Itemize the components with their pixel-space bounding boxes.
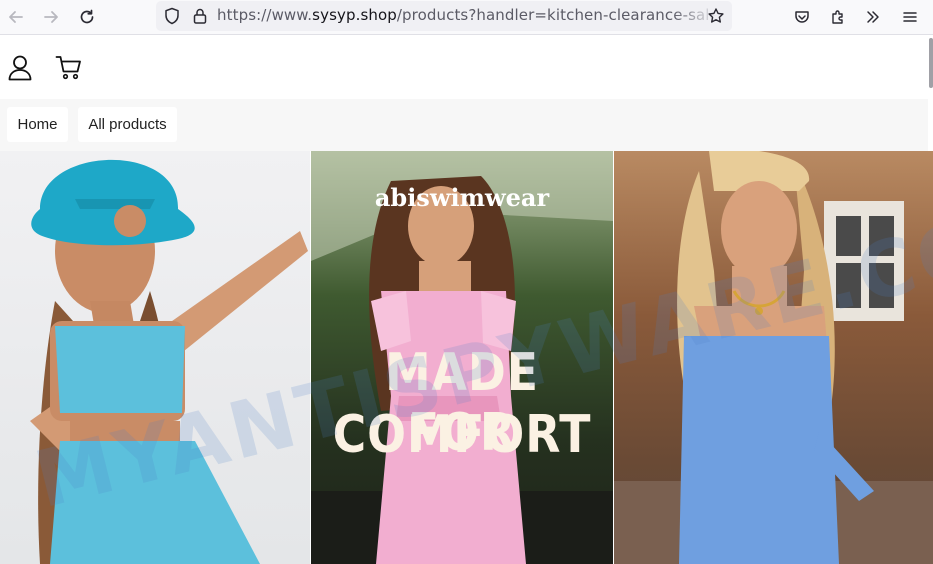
lock-icon[interactable] (186, 2, 214, 30)
banner-photo-pink-dress: abiswimwear MADE FOR COMFORT (311, 151, 613, 564)
back-arrow-icon[interactable] (2, 3, 30, 31)
pocket-icon[interactable] (788, 3, 816, 31)
browser-toolbar: https://www.sysyp.shop/products?handler=… (0, 0, 933, 35)
bookmark-star-icon[interactable] (702, 2, 730, 30)
account-icon[interactable] (6, 53, 34, 81)
nav-home-button[interactable]: Home (7, 107, 68, 142)
shield-icon[interactable] (158, 2, 186, 30)
cart-icon[interactable] (55, 53, 83, 81)
url-domain: sysyp.shop (312, 6, 397, 24)
url-text[interactable]: https://www.sysyp.shop/products?handler=… (217, 6, 731, 24)
hero-banner[interactable]: abiswimwear MADE FOR COMFORT MYANTISPYWA… (0, 151, 933, 564)
forward-arrow-icon[interactable] (37, 3, 65, 31)
page-scrollbar[interactable] (929, 38, 933, 88)
url-bar[interactable]: https://www.sysyp.shop/products?handler=… (156, 1, 732, 31)
banner-headline-line2: COMFORT (332, 405, 592, 465)
overflow-chevrons-icon[interactable] (859, 3, 887, 31)
banner-photo-blue-dress (614, 151, 933, 564)
banner-brand-logo: abiswimwear (374, 183, 550, 212)
site-header (0, 35, 928, 99)
main-nav: Home All products (0, 99, 928, 151)
hamburger-menu-icon[interactable] (896, 3, 924, 31)
reload-icon[interactable] (73, 3, 101, 31)
extensions-icon[interactable] (824, 3, 852, 31)
banner-photo-gingham-outfit (0, 151, 310, 564)
url-prefix: https://www. (217, 6, 313, 24)
nav-all-products-button[interactable]: All products (78, 107, 177, 142)
